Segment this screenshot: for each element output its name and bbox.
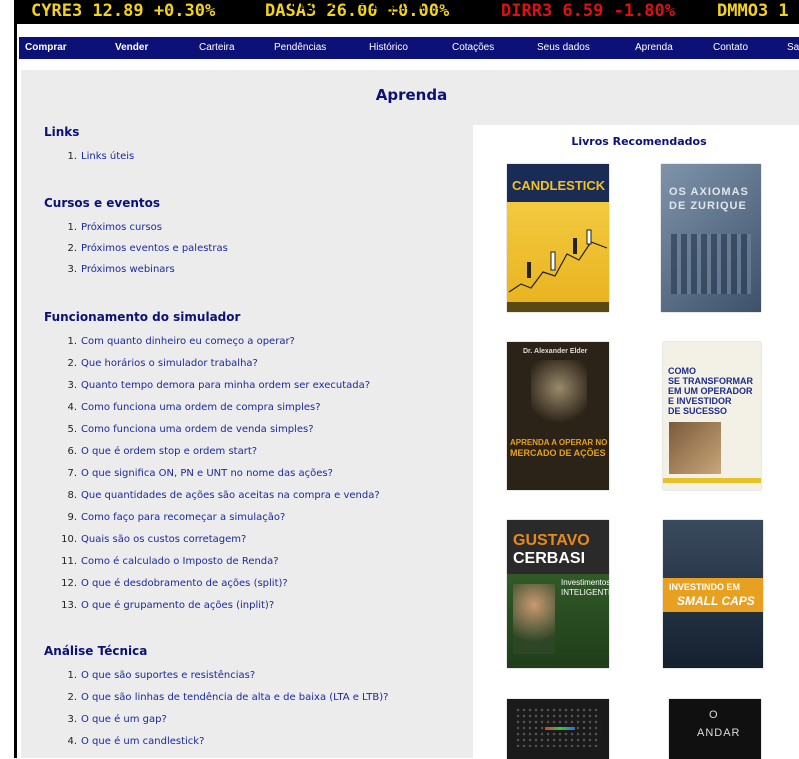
list-item[interactable]: 7. O que significa ON, PN e UNT no nome d… — [57, 468, 332, 479]
nav-vender[interactable]: Vender — [115, 42, 148, 53]
list-item[interactable]: 5. Como funciona uma ordem de venda simpl… — [57, 424, 313, 435]
list-item[interactable]: 2. O que são linhas de tendência de alta … — [57, 692, 388, 703]
page-title: Aprenda — [375, 86, 448, 104]
candlestick-chart-icon — [507, 229, 609, 312]
nav-historico[interactable]: Histórico — [369, 42, 408, 53]
list-item[interactable]: 9. Como faço para recomeçar a simulação? — [57, 512, 285, 523]
main-nav: Comprar Vender Carteira Pendências Histó… — [19, 37, 799, 59]
browser-page: CYRE3 12.89 +0.30% DASA3 26.00 +0.00% DI… — [14, 0, 799, 759]
book-gustavo-cerbasi[interactable]: GUSTAVO CERBASI Investimentos INTELIGENT… — [507, 520, 609, 668]
list-item[interactable]: 13. O que é grupamento de ações (inplit)? — [57, 600, 274, 611]
list-item[interactable]: 8. Que quantidades de ações são aceitas n… — [57, 490, 379, 501]
list-item[interactable]: 11. Como é calculado o Imposto de Renda? — [57, 556, 279, 567]
book-axiomas-zurique[interactable]: OS AXIOMAS DE ZURIQUE — [661, 164, 761, 312]
list-item[interactable]: 1. O que são suportes e resistências? — [57, 670, 255, 681]
list-item[interactable]: 3. O que é um gap? — [57, 714, 166, 725]
list-item[interactable]: 3. Próximos webinars — [57, 264, 174, 275]
section-title-funcionamento: Funcionamento do simulador — [44, 310, 241, 324]
section-title-cursos: Cursos e eventos — [44, 196, 161, 210]
list-item[interactable]: 1. Com quanto dinheiro eu começo a operar… — [57, 336, 294, 347]
nav-pendencias[interactable]: Pendências — [274, 42, 326, 53]
list-item[interactable]: 2. Que horários o simulador trabalha? — [57, 358, 257, 369]
nav-seus-dados[interactable]: Seus dados — [537, 42, 590, 53]
list-item[interactable]: 4. O que é um candlestick? — [57, 736, 204, 747]
nav-aprenda[interactable]: Aprenda — [635, 42, 673, 53]
section-title-links: Links — [44, 125, 80, 139]
main-content: Aprenda Links 1. Links úteis Cursos e eve… — [21, 70, 799, 759]
nav-carteira[interactable]: Carteira — [199, 42, 235, 53]
list-item[interactable]: 12. O que é desdobramento de ações (split… — [57, 578, 288, 589]
list-item[interactable]: 6. O que é ordem stop e ordem start? — [57, 446, 257, 457]
book-aprenda-a-operar[interactable]: Dr. Alexander Elder APRENDA A OPERAR NO … — [507, 342, 609, 490]
book-dark[interactable] — [507, 699, 609, 759]
list-item[interactable]: 4. Como funciona uma ordem de compra simp… — [57, 402, 320, 413]
nav-sair[interactable]: Sai — [787, 42, 799, 53]
book-candlestick[interactable]: CANDLESTICK — [507, 164, 609, 312]
section-title-analise-tecnica: Análise Técnica — [44, 644, 148, 658]
book-como-se-transformar[interactable]: COMO SE TRANSFORMAR EM UM OPERADOR E INV… — [663, 342, 761, 490]
list-item[interactable]: 1. Links úteis — [57, 151, 134, 162]
figure-caption: Figura 3 – Página “Aprenda” — [288, 0, 511, 14]
books-title: Livros Recomendados — [571, 135, 707, 148]
recommended-books-panel: Livros Recomendados CANDLESTICK OS AXIOM… — [473, 125, 799, 759]
book-o-andar[interactable]: O ANDAR — [669, 699, 761, 759]
nav-comprar[interactable]: Comprar — [25, 42, 67, 53]
list-item[interactable]: 10. Quais são os custos corretagem? — [57, 534, 246, 545]
nav-cotacoes[interactable]: Cotações — [452, 42, 494, 53]
list-item[interactable]: 2. Próximos eventos e palestras — [57, 243, 227, 254]
list-item[interactable]: 1. Próximos cursos — [57, 222, 162, 233]
book-small-caps[interactable]: INVESTINDO EM SMALL CAPS — [663, 520, 763, 668]
list-item[interactable]: 3. Quanto tempo demora para minha ordem s… — [57, 380, 370, 391]
nav-contato[interactable]: Contato — [713, 42, 748, 53]
